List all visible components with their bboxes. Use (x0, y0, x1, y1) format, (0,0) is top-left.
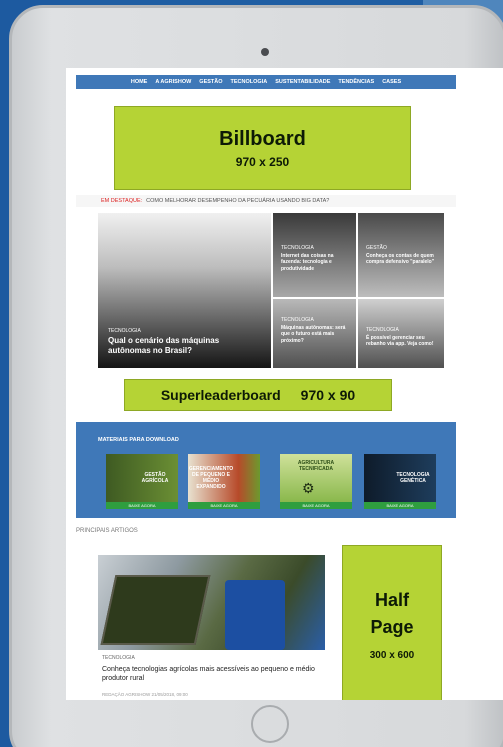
nav-item-agrishow[interactable]: A AGRISHOW (155, 79, 191, 85)
mosaic-main-category: TECNOLOGIA (108, 328, 141, 334)
article-meta: REDAÇÃO AGRISHOW 21/05/2018, 09:00 (102, 692, 188, 697)
material-cover: GERENCIAMENTO DE PEQUENO E MÉDIO EXPANDI… (188, 454, 260, 502)
mosaic-a-category: TECNOLOGIA (281, 245, 314, 251)
material-cover-text: GESTÃO AGRÍCOLA (141, 472, 169, 484)
download-button[interactable]: BAIXE AGORA (364, 502, 436, 509)
home-button[interactable] (251, 705, 289, 743)
material-card[interactable]: GERENCIAMENTO DE PEQUENO E MÉDIO EXPANDI… (188, 454, 260, 510)
article-image[interactable] (98, 555, 325, 650)
nav-item-tecnologia[interactable]: TECNOLOGIA (231, 79, 268, 85)
material-cover: TECNOLOGIA GENÉTICA (364, 454, 436, 502)
mosaic-b-category: GESTÃO (366, 245, 387, 251)
article-category: TECNOLOGIA (102, 655, 135, 661)
nav-item-sustentabilidade[interactable]: SUSTENTABILIDADE (275, 79, 330, 85)
seedling-tray-shape (100, 575, 211, 645)
material-cover: AGRICULTURA TECNIFICADA ⚙ (280, 454, 352, 502)
material-cover: GESTÃO AGRÍCOLA (106, 454, 178, 502)
tractor-icon: ⚙ (302, 480, 315, 496)
nav-item-home[interactable]: HOME (131, 79, 148, 85)
mosaic-tile-b[interactable]: GESTÃO Conheça os contas de quem compra … (358, 213, 444, 297)
billboard-label: Billboard (219, 127, 306, 150)
halfpage-size: 300 x 600 (369, 649, 415, 661)
mosaic-d-title: É possível gerenciar seu rebanho via app… (366, 335, 434, 348)
materials-band: MATERIAIS PARA DOWNLOAD GESTÃO AGRÍCOLA … (76, 422, 456, 518)
material-card[interactable]: GESTÃO AGRÍCOLA BAIXE AGORA (106, 454, 178, 510)
superleaderboard-size: 970 x 90 (300, 387, 356, 403)
mosaic-c-title: Máquinas autônomas: será que o futuro es… (281, 325, 346, 344)
billboard-size: 970 x 250 (235, 154, 290, 169)
download-button[interactable]: BAIXE AGORA (106, 502, 178, 509)
halfpage-line1: Half (374, 590, 409, 611)
materials-title: MATERIAIS PARA DOWNLOAD (98, 437, 179, 443)
billboard-ad[interactable]: Billboard 970 x 250 (114, 106, 411, 190)
superleaderboard-label: Superleaderboard (160, 387, 281, 403)
camera-icon (261, 48, 269, 56)
article-title[interactable]: Conheça tecnologias agrícolas mais acess… (102, 665, 317, 683)
material-cover-text: AGRICULTURA TECNIFICADA (297, 460, 335, 472)
download-button[interactable]: BAIXE AGORA (280, 502, 352, 509)
mosaic-main-title: Qual o cenário das máquinas autônomas no… (108, 336, 220, 355)
main-nav: HOME A AGRISHOW GESTÃO TECNOLOGIA SUSTEN… (76, 75, 456, 89)
principais-title: PRINCIPAIS ARTIGOS (76, 528, 138, 534)
material-cover-text: GERENCIAMENTO DE PEQUENO E MÉDIO EXPANDI… (188, 466, 234, 490)
featured-text: COMO MELHORAR DESEMPENHO DA PECUÁRIA USA… (146, 198, 330, 204)
mosaic-a-title: Internet das coisas na fazenda: tecnolog… (281, 253, 334, 272)
mosaic-d-category: TECNOLOGIA (366, 327, 399, 333)
material-cover-text: TECNOLOGIA GENÉTICA (396, 472, 430, 484)
tablet-frame: HOME A AGRISHOW GESTÃO TECNOLOGIA SUSTEN… (9, 5, 503, 747)
halfpage-ad[interactable]: Half Page 300 x 600 (342, 545, 442, 700)
superleaderboard-ad[interactable]: Superleaderboard 970 x 90 (124, 379, 392, 411)
material-card[interactable]: AGRICULTURA TECNIFICADA ⚙ BAIXE AGORA (280, 454, 352, 510)
mosaic-tile-c[interactable]: TECNOLOGIA Máquinas autônomas: será que … (273, 299, 356, 368)
blue-device-shape (225, 580, 285, 650)
tablet-screen: HOME A AGRISHOW GESTÃO TECNOLOGIA SUSTEN… (66, 68, 503, 700)
halfpage-line2: Page (370, 616, 414, 637)
mosaic-tile-d[interactable]: TECNOLOGIA É possível gerenciar seu reba… (358, 299, 444, 368)
download-button[interactable]: BAIXE AGORA (188, 502, 260, 509)
mosaic-b-title: Conheça os contas de quem compra defensi… (366, 253, 435, 266)
featured-label: EM DESTAQUE: (101, 198, 143, 204)
nav-item-cases[interactable]: CASES (382, 79, 401, 85)
nav-item-gestao[interactable]: GESTÃO (199, 79, 222, 85)
mosaic-tile-a[interactable]: TECNOLOGIA Internet das coisas na fazend… (273, 213, 356, 297)
mosaic-c-category: TECNOLOGIA (281, 317, 314, 323)
featured-bar[interactable]: EM DESTAQUE: COMO MELHORAR DESEMPENHO DA… (76, 195, 456, 207)
material-card[interactable]: TECNOLOGIA GENÉTICA BAIXE AGORA (364, 454, 436, 510)
mosaic-main[interactable]: TECNOLOGIA Qual o cenário das máquinas a… (98, 213, 271, 368)
nav-item-tendencias[interactable]: TENDÊNCIAS (338, 79, 374, 85)
